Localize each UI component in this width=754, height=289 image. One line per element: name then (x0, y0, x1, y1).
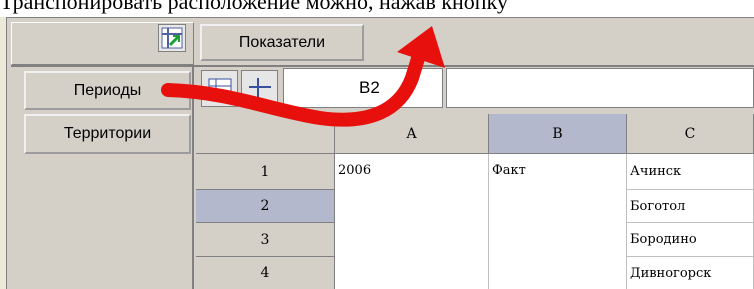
cell-reference-field[interactable]: B2 (283, 68, 443, 108)
row-header-2[interactable]: 2 (196, 190, 335, 223)
row-header-label: 2 (260, 198, 270, 214)
cell-value: Боготол (630, 198, 686, 214)
row-header-1[interactable]: 1 (196, 154, 335, 190)
table-cell-c2[interactable]: Боготол (627, 190, 754, 223)
column-header-label: B (552, 125, 563, 142)
cell-value: Ачинск (630, 164, 682, 179)
table-cell-c4[interactable]: Дивногорск (627, 257, 754, 289)
plus-grid-icon (248, 77, 271, 100)
caption-text: Транспонировать расположение можно, нажа… (0, 0, 508, 14)
cell-value: Факт (492, 163, 526, 178)
column-header-b[interactable]: B (489, 114, 627, 154)
column-header-c[interactable]: C (627, 114, 754, 154)
columns-dimension-button[interactable]: Показатели (200, 24, 364, 61)
window-left-border (0, 17, 7, 289)
table-cell-c1[interactable]: Ачинск (627, 154, 754, 190)
row-header-label: 3 (260, 231, 270, 248)
row-header-label: 4 (260, 265, 270, 281)
formula-button[interactable] (241, 70, 278, 107)
column-header-label: A (406, 125, 417, 142)
grid-settings-button[interactable] (201, 70, 238, 107)
column-header-a[interactable]: A (335, 114, 489, 154)
transpose-button[interactable] (158, 24, 186, 52)
grid-corner-header (196, 114, 335, 154)
grid-icon (208, 78, 231, 99)
rows-dimension-label: Территории (63, 125, 152, 142)
table-cell-a1[interactable]: 2006 (335, 154, 489, 289)
columns-dimension-label: Показатели (238, 33, 326, 51)
table-cell-c3[interactable]: Бородино (627, 223, 754, 257)
rows-dimension-label: Периоды (73, 81, 142, 99)
cell-value: Бородино (630, 232, 697, 247)
column-header-label: C (684, 125, 696, 142)
formula-value-input[interactable] (446, 68, 754, 108)
cell-reference-value: B2 (359, 78, 380, 97)
row-header-label: 1 (260, 163, 270, 180)
rows-dimension-periods-button[interactable]: Периоды (24, 71, 191, 110)
rows-dimension-territories-button[interactable]: Территории (24, 114, 191, 154)
row-header-4[interactable]: 4 (196, 257, 335, 289)
row-header-3[interactable]: 3 (196, 223, 335, 257)
table-cell-b1[interactable]: Факт (489, 154, 627, 289)
cell-value: Дивногорск (630, 265, 712, 281)
transpose-icon (161, 27, 183, 49)
cell-value: 2006 (338, 163, 372, 178)
